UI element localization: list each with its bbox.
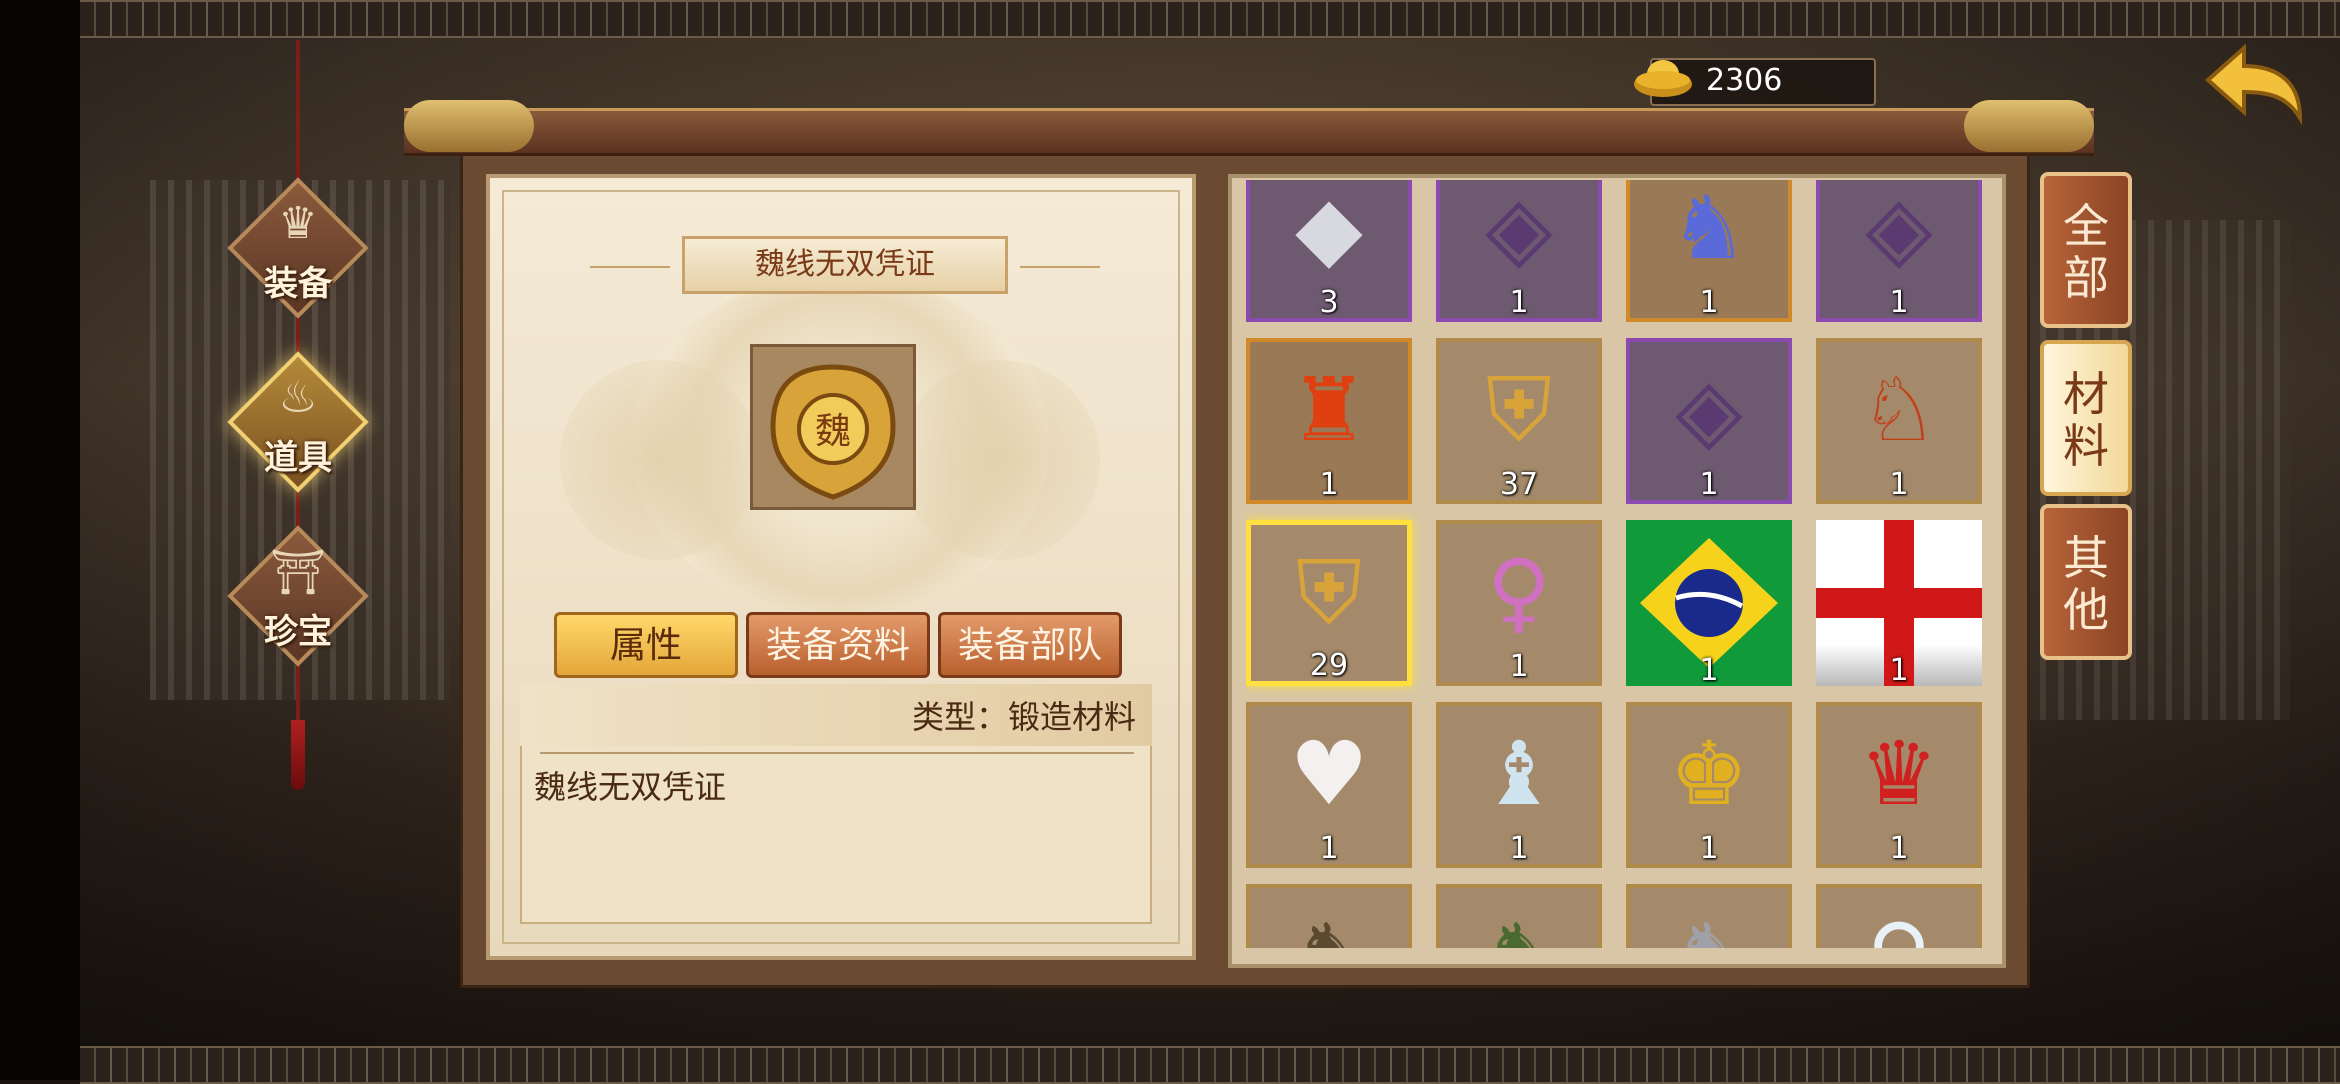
filter-tab-char: 料: [2063, 419, 2109, 473]
back-arrow-icon[interactable]: [2200, 40, 2310, 130]
item-count: 1: [1889, 831, 1909, 866]
nav-label: 道具: [264, 438, 332, 478]
item-count: 1: [1699, 831, 1719, 866]
nav-label: 珍宝: [264, 612, 332, 652]
nav-item-equipment[interactable]: ♛ 装备: [226, 176, 370, 320]
filter-tab-char: 部: [2063, 251, 2109, 305]
item-slot[interactable]: ⛨ 37: [1436, 338, 1602, 504]
item-slot[interactable]: ◈ 1: [1436, 180, 1602, 322]
item-count: 1: [1509, 831, 1529, 866]
red-demon-icon: ♛: [1859, 722, 1939, 825]
item-count: 1: [1889, 285, 1909, 320]
ice-mage-icon: ♝: [1479, 722, 1559, 825]
item-description: 魏线无双凭证: [534, 768, 727, 806]
filter-tab-char: 材: [2063, 367, 2109, 421]
gold-ingot-icon: [1634, 60, 1692, 97]
item-slot[interactable]: ♞: [1246, 884, 1412, 948]
item-count: 3: [1319, 285, 1339, 320]
icon-wing-left: [560, 360, 760, 560]
item-title: 魏线无双凭证: [682, 236, 1008, 294]
item-count: 1: [1509, 285, 1529, 320]
bottom-border-pattern: [80, 1046, 2340, 1084]
item-count: 1: [1319, 467, 1339, 502]
equipment-icon: ♛: [278, 198, 318, 249]
title-ornament-right: [1020, 266, 1100, 268]
nav-tassel: [291, 720, 305, 790]
general-cavalry-icon: ♞: [1440, 896, 1598, 948]
item-slot[interactable]: ♚ 1: [1626, 702, 1792, 868]
nav-label: 装备: [264, 264, 332, 304]
general-silver-icon: ♞: [1630, 896, 1788, 948]
item-slot[interactable]: ♜ 1: [1246, 338, 1412, 504]
filter-tab-other[interactable]: 其 他: [2040, 504, 2132, 660]
warrior-ice-icon: ♞: [1669, 180, 1749, 279]
white-rabbit-icon: ♥: [1289, 722, 1369, 825]
panel-ornament-right: [1964, 100, 2094, 152]
item-count: 1: [1509, 649, 1529, 684]
nav-item-treasure[interactable]: ⛩ 珍宝: [226, 524, 370, 668]
item-slot[interactable]: ♞: [1626, 884, 1792, 948]
silver-ore-icon: ◆: [1295, 180, 1363, 279]
item-count: 1: [1699, 285, 1719, 320]
item-count: 1: [1889, 653, 1909, 688]
purple-ore-icon: ◈: [1865, 180, 1933, 279]
filter-tab-char: 全: [2063, 199, 2109, 253]
item-type: 类型：锻造材料: [911, 698, 1136, 736]
golden-general-icon: ♚: [1669, 722, 1749, 825]
item-slot[interactable]: 1: [1626, 520, 1792, 688]
item-slot[interactable]: ◈ 1: [1816, 180, 1982, 322]
item-slot[interactable]: ♝ 1: [1436, 702, 1602, 868]
tab-equipment-troops[interactable]: 装备部队: [938, 612, 1122, 678]
item-slot[interactable]: ♘ 1: [1816, 338, 1982, 504]
screen-edge: [0, 0, 80, 1080]
item-grid[interactable]: ◆3◈1♞1◈1♜1⛨37◈1♘1⛨29♀111♥1♝1♚1♛1♞♞♞♀: [1246, 180, 1990, 948]
item-count: 37: [1499, 467, 1539, 502]
item-slot[interactable]: ♀ 1: [1436, 520, 1602, 686]
fire-warrior-icon: ♜: [1289, 358, 1369, 461]
wei-token-icon: 魏: [770, 364, 896, 500]
description-divider: [540, 752, 1134, 754]
wei-token-icon: ⛨: [1295, 541, 1362, 644]
item-slot[interactable]: ⛨ 29: [1246, 520, 1412, 686]
nav-item-items[interactable]: ♨ 道具: [226, 350, 370, 494]
shu-token-icon: ⛨: [1485, 358, 1552, 461]
item-slot[interactable]: ◆ 3: [1246, 180, 1412, 322]
item-count: 1: [1699, 653, 1719, 688]
item-bag-icon: ♨: [278, 372, 318, 423]
filter-tab-char: 他: [2063, 583, 2109, 637]
treasure-chest-icon: ⛩: [270, 547, 326, 598]
top-border-pattern: [80, 0, 2340, 38]
svg-text:魏: 魏: [815, 411, 851, 452]
purple-ore-icon: ◈: [1485, 180, 1553, 279]
panel-header-bar: [404, 108, 2094, 156]
item-count: 1: [1319, 831, 1339, 866]
item-slot[interactable]: ♞ 1: [1626, 180, 1792, 322]
item-count: 1: [1889, 467, 1909, 502]
item-slot[interactable]: ♥ 1: [1246, 702, 1412, 868]
item-count: 1: [1699, 467, 1719, 502]
fairy-icon: ♀: [1820, 896, 1978, 948]
tab-equipment-info[interactable]: 装备资料: [746, 612, 930, 678]
filter-tab-materials[interactable]: 材 料: [2040, 340, 2132, 496]
general-sword-icon: ♞: [1250, 896, 1408, 948]
panel-ornament-left: [404, 100, 534, 152]
flame-chariot-icon: ♘: [1859, 358, 1939, 461]
dancer-icon: ♀: [1486, 540, 1552, 643]
item-slot[interactable]: ♛ 1: [1816, 702, 1982, 868]
item-slot[interactable]: ♞: [1436, 884, 1602, 948]
icon-wing-right: [900, 360, 1100, 560]
item-slot[interactable]: 1: [1816, 520, 1982, 688]
filter-tab-all[interactable]: 全 部: [2040, 172, 2132, 328]
purple-ore-icon: ◈: [1675, 358, 1743, 461]
title-ornament-left: [590, 266, 670, 268]
item-slot[interactable]: ◈ 1: [1626, 338, 1792, 504]
item-count: 29: [1309, 648, 1349, 683]
item-slot[interactable]: ♀: [1816, 884, 1982, 948]
currency-value: 2306: [1706, 63, 1783, 98]
tab-attributes[interactable]: 属性: [554, 612, 738, 678]
filter-tab-char: 其: [2063, 531, 2109, 585]
selected-item-icon: 魏: [750, 344, 916, 510]
